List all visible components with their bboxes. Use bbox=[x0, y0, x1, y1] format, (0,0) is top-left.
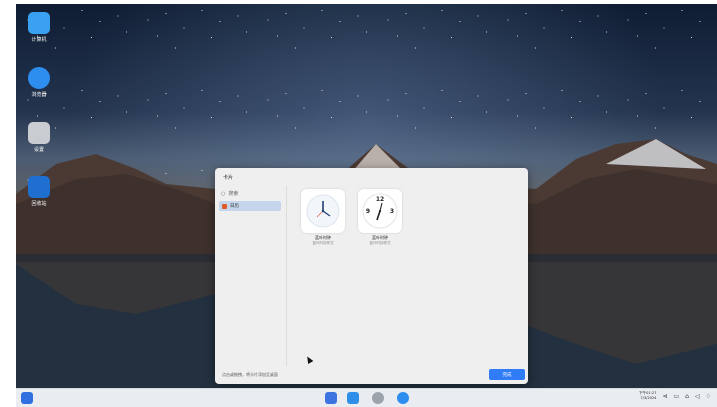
analog-clock-icon bbox=[306, 194, 340, 228]
notification-icon[interactable]: ♢ bbox=[706, 393, 711, 400]
clock-preview: 12 9 3 bbox=[358, 189, 402, 233]
desktop-icon-browser[interactable]: 浏览器 bbox=[19, 67, 59, 98]
search-icon: ○ bbox=[221, 190, 226, 197]
monitor-icon bbox=[28, 12, 50, 34]
input-method-icon[interactable]: ⊲ bbox=[662, 393, 667, 400]
file-manager-icon[interactable] bbox=[347, 392, 359, 404]
clock[interactable]: 下午01:27 7/3/2024 bbox=[639, 391, 657, 401]
calendar-icon bbox=[222, 203, 227, 209]
done-button[interactable]: 完成 bbox=[489, 369, 525, 380]
card-subtitle: 蓝叶时钟样式 bbox=[369, 241, 391, 245]
card-picker-dialog: 卡片 ○ 搜索 日历 蓝叶时钟 蓝叶时钟样式 12 9 3 蓝叶时钟 蓝叶时钟样… bbox=[215, 168, 528, 384]
gear-icon bbox=[28, 122, 50, 144]
app-grid-icon[interactable] bbox=[325, 392, 337, 404]
clock-card-analog[interactable]: 蓝叶时钟 蓝叶时钟样式 bbox=[301, 189, 345, 246]
search-input[interactable]: ○ 搜索 bbox=[221, 189, 281, 198]
card-subtitle: 蓝叶时钟样式 bbox=[312, 241, 334, 245]
browser-icon bbox=[28, 67, 50, 89]
dialog-title: 卡片 bbox=[223, 175, 234, 181]
taskbar: 下午01:27 7/3/2024 ⊲ ▭ ⌂ ◁ ♢ bbox=[16, 388, 717, 407]
browser-icon[interactable] bbox=[397, 392, 409, 404]
desktop-icon-label: 计算机 bbox=[31, 37, 47, 43]
clock-date: 7/3/2024 bbox=[640, 396, 657, 400]
desktop-icon-label: 回收站 bbox=[31, 201, 47, 207]
desktop-icon-recycle-bin[interactable]: 回收站 bbox=[19, 176, 59, 207]
desktop-icon-computer[interactable]: 计算机 bbox=[19, 12, 59, 43]
clock-card-numeric[interactable]: 12 9 3 蓝叶时钟 蓝叶时钟样式 bbox=[358, 189, 402, 246]
desktop-icon-label: 设置 bbox=[33, 147, 44, 153]
dialog-hint: 点击或拖拽，将卡片添加至桌面 bbox=[222, 372, 278, 377]
search-placeholder: 搜索 bbox=[228, 191, 239, 197]
recycle-bin-icon bbox=[28, 176, 50, 198]
keyboard-icon[interactable]: ▭ bbox=[674, 393, 680, 400]
volume-icon[interactable]: ◁ bbox=[695, 393, 700, 400]
start-menu-button[interactable] bbox=[21, 392, 33, 404]
desktop-icon-settings[interactable]: 设置 bbox=[19, 122, 59, 153]
dialog-sidebar: ○ 搜索 日历 bbox=[215, 186, 287, 366]
svg-text:12: 12 bbox=[376, 196, 384, 203]
system-tray: 下午01:27 7/3/2024 ⊲ ▭ ⌂ ◁ ♢ bbox=[639, 391, 711, 401]
numeric-clock-icon: 12 9 3 bbox=[362, 193, 398, 229]
sidebar-item-calendar[interactable]: 日历 bbox=[219, 201, 281, 211]
settings-icon[interactable] bbox=[372, 392, 384, 404]
svg-text:3: 3 bbox=[390, 208, 394, 215]
network-icon[interactable]: ⌂ bbox=[685, 393, 689, 400]
svg-text:9: 9 bbox=[366, 208, 370, 215]
sidebar-item-label: 日历 bbox=[230, 204, 239, 209]
clock-preview bbox=[301, 189, 345, 233]
desktop-icon-label: 浏览器 bbox=[31, 92, 47, 98]
